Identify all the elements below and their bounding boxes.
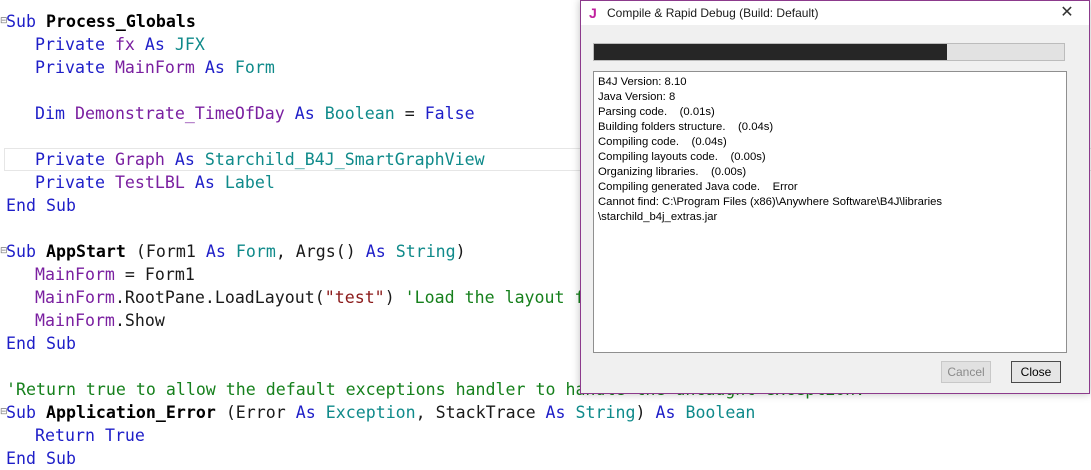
code-line: Sub AppStart (Form1 As Form, Args() As S… (6, 240, 466, 263)
keyword: End Sub (6, 196, 76, 215)
code-line: End Sub (6, 194, 76, 217)
code-text: , StackTrace (415, 403, 546, 422)
code-text: (Form1 (125, 242, 206, 261)
log-line: Java Version: 8 (598, 91, 676, 103)
keyword: Sub (6, 242, 36, 261)
code-line: Private Graph As Starchild_B4J_SmartGrap… (35, 148, 485, 171)
keyword: As (205, 242, 226, 261)
keyword: As (144, 35, 165, 54)
code-text: ) (455, 242, 466, 261)
type-name: String (395, 242, 456, 261)
variable: MainForm (35, 311, 115, 330)
type-name: Exception (325, 403, 416, 422)
code-text: .Show (114, 311, 165, 330)
code-line: Private TestLBL As Label (35, 171, 275, 194)
code-line: Sub Application_Error (Error As Exceptio… (6, 401, 755, 424)
code-line: Private fx As JFX (35, 33, 205, 56)
keyword: As (194, 173, 215, 192)
keyword: Private (35, 173, 105, 192)
code-line: End Sub (6, 447, 76, 470)
type-name: String (575, 403, 636, 422)
keyword: As (204, 58, 225, 77)
code-line: MainForm.Show (35, 309, 165, 332)
keyword: As (545, 403, 566, 422)
sub-name: Application_Error (45, 403, 216, 422)
string-literal: "test" (324, 288, 385, 307)
code-line: End Sub (6, 332, 76, 355)
sub-name: AppStart (45, 242, 126, 261)
keyword: End Sub (6, 449, 76, 468)
keyword: As (295, 403, 316, 422)
close-icon[interactable]: ✕ (1045, 1, 1089, 25)
code-text: .RootPane.LoadLayout( (114, 288, 325, 307)
code-line: Dim Demonstrate_TimeOfDay As Boolean = F… (35, 102, 475, 125)
log-line: Parsing code. (0.01s) (598, 106, 715, 118)
keyword: Private (35, 150, 105, 169)
variable: TestLBL (114, 173, 185, 192)
variable: MainForm (35, 288, 115, 307)
b4j-app-icon: J (589, 5, 597, 21)
dialog-titlebar[interactable]: J Compile & Rapid Debug (Build: Default)… (581, 1, 1089, 25)
variable: Graph (114, 150, 165, 169)
type-name: Form (234, 58, 275, 77)
operator: = (394, 104, 425, 123)
code-line: Private MainForm As Form (35, 56, 275, 79)
keyword: Private (35, 58, 105, 77)
code-text: (Error (215, 403, 296, 422)
keyword: As (174, 150, 195, 169)
log-line: B4J Version: 8.10 (598, 76, 687, 88)
log-line: \starchild_b4j_extras.jar (598, 211, 718, 223)
type-name: Boolean (685, 403, 756, 422)
code-line: MainForm = Form1 (35, 263, 195, 286)
log-line: Building folders structure. (0.04s) (598, 121, 774, 133)
type-name: Boolean (324, 104, 395, 123)
variable: Demonstrate_TimeOfDay (74, 104, 285, 123)
code-line: Return True (35, 424, 145, 447)
variable: fx (114, 35, 135, 54)
sub-name: Process_Globals (45, 12, 196, 31)
compile-log[interactable]: B4J Version: 8.10 Java Version: 8 Parsin… (593, 71, 1067, 353)
code-text: = Form1 (114, 265, 195, 284)
type-name: Starchild_B4J_SmartGraphView (204, 150, 485, 169)
log-line: Compiling generated Java code. Error (598, 181, 798, 193)
compile-dialog: J Compile & Rapid Debug (Build: Default)… (580, 0, 1090, 394)
keyword: As (655, 403, 676, 422)
keyword: Dim (35, 104, 65, 123)
keyword: True (104, 426, 145, 445)
log-line: Organizing libraries. (0.00s) (598, 166, 747, 178)
dialog-title: Compile & Rapid Debug (Build: Default) (607, 6, 819, 20)
cancel-button[interactable]: Cancel (941, 361, 991, 383)
keyword: Sub (6, 403, 36, 422)
keyword: Sub (6, 12, 36, 31)
close-button[interactable]: Close (1011, 361, 1061, 383)
type-name: Label (224, 173, 275, 192)
log-line: Cannot find: C:\Program Files (x86)\Anyw… (598, 196, 943, 208)
keyword: As (294, 104, 315, 123)
type-name: Form (235, 242, 276, 261)
keyword: Return (35, 426, 95, 445)
log-line: Compiling layouts code. (0.00s) (598, 151, 766, 163)
code-text: , Args() (275, 242, 366, 261)
variable: MainForm (35, 265, 115, 284)
variable: MainForm (114, 58, 195, 77)
compile-progress-bar (593, 43, 1065, 61)
log-line: Compiling code. (0.04s) (598, 136, 727, 148)
keyword: End Sub (6, 334, 76, 353)
keyword: As (365, 242, 386, 261)
progress-fill (594, 44, 947, 60)
keyword: False (424, 104, 475, 123)
type-name: JFX (174, 35, 205, 54)
keyword: Private (35, 35, 105, 54)
code-line: MainForm.RootPane.LoadLayout("test") 'Lo… (35, 286, 624, 309)
code-text: ) (384, 288, 405, 307)
code-text: ) (635, 403, 656, 422)
code-line: Sub Process_Globals (6, 10, 196, 33)
